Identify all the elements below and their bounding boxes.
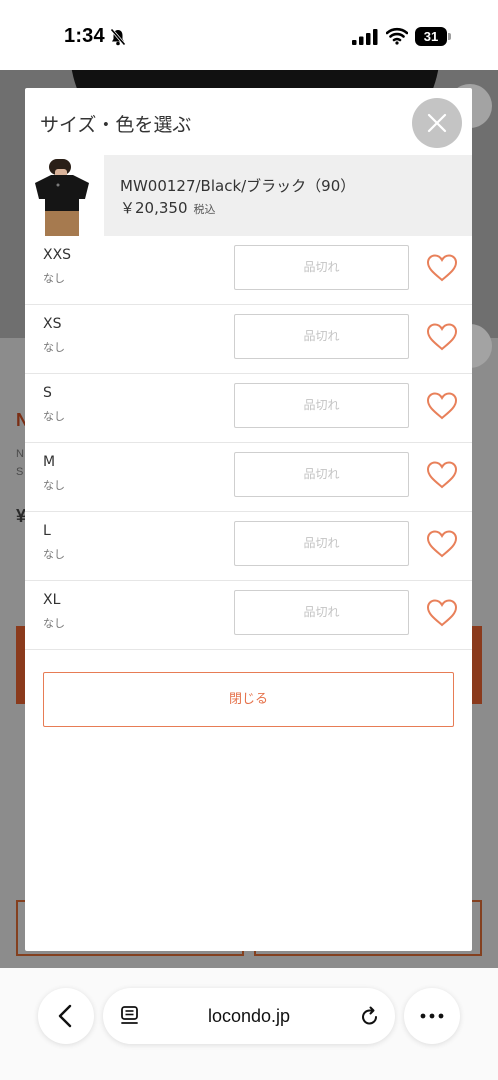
product-name: MW00127/Black/ブラック（90） — [120, 177, 356, 195]
wifi-icon — [386, 27, 408, 45]
close-icon-button[interactable] — [412, 98, 462, 148]
stock-status: なし — [43, 341, 65, 354]
sold-out-button[interactable]: 品切れ — [234, 245, 409, 290]
more-icon — [420, 1013, 444, 1019]
battery-level: 31 — [423, 29, 439, 44]
browser-toolbar: locondo.jp — [0, 968, 498, 1080]
product-summary: MW00127/Black/ブラック（90） ￥20,350 税込 — [25, 155, 472, 236]
heart-icon[interactable] — [426, 460, 458, 490]
bell-slash-icon — [110, 28, 126, 46]
size-label: L — [43, 523, 51, 539]
size-label: XXS — [43, 247, 72, 263]
tax-label: 税込 — [193, 203, 216, 216]
size-label: S — [43, 385, 52, 401]
heart-icon[interactable] — [426, 391, 458, 421]
reload-icon[interactable] — [358, 1004, 382, 1028]
size-row: M なし 品切れ — [25, 443, 472, 512]
close-icon — [427, 113, 447, 133]
stock-status: なし — [43, 617, 65, 630]
modal-title: サイズ・色を選ぶ — [40, 114, 192, 136]
battery-icon: 31 — [415, 27, 451, 46]
sold-out-button[interactable]: 品切れ — [234, 314, 409, 359]
cellular-signal-icon — [352, 29, 378, 45]
product-price: ￥20,350 税込 — [120, 197, 216, 218]
heart-icon[interactable] — [426, 529, 458, 559]
size-label: XL — [43, 592, 61, 608]
heart-icon[interactable] — [426, 598, 458, 628]
stock-status: なし — [43, 548, 65, 561]
more-button[interactable] — [404, 988, 460, 1044]
sold-out-button[interactable]: 品切れ — [234, 383, 409, 428]
chevron-left-icon — [58, 1004, 72, 1028]
product-thumbnail — [25, 155, 104, 236]
stock-status: なし — [43, 272, 65, 285]
sold-out-button[interactable]: 品切れ — [234, 521, 409, 566]
size-row: S なし 品切れ — [25, 374, 472, 443]
url-text: locondo.jp — [207, 1006, 291, 1026]
size-row: XL なし 品切れ — [25, 581, 472, 650]
heart-icon[interactable] — [426, 253, 458, 283]
status-bar: 1:34 31 — [0, 0, 498, 70]
size-label: XS — [43, 316, 62, 332]
address-bar[interactable]: locondo.jp — [103, 988, 395, 1044]
size-label: M — [43, 454, 56, 470]
background-text: S — [16, 466, 24, 478]
price-value: ￥20,350 — [120, 199, 188, 217]
sold-out-button[interactable]: 品切れ — [234, 590, 409, 635]
sold-out-button[interactable]: 品切れ — [234, 452, 409, 497]
stock-status: なし — [43, 410, 65, 423]
background-text: N — [16, 448, 24, 460]
size-row: XXS なし 品切れ — [25, 236, 472, 305]
status-time: 1:34 — [64, 25, 105, 47]
close-button[interactable]: 閉じる — [43, 672, 454, 727]
stock-status: なし — [43, 479, 65, 492]
background-button — [472, 626, 482, 704]
size-color-modal: サイズ・色を選ぶ MW00127/Black/ブラック（90） ￥20,350 税… — [25, 88, 472, 951]
heart-icon[interactable] — [426, 322, 458, 352]
back-button[interactable] — [38, 988, 94, 1044]
size-row: L なし 品切れ — [25, 512, 472, 581]
size-row: XS なし 品切れ — [25, 305, 472, 374]
